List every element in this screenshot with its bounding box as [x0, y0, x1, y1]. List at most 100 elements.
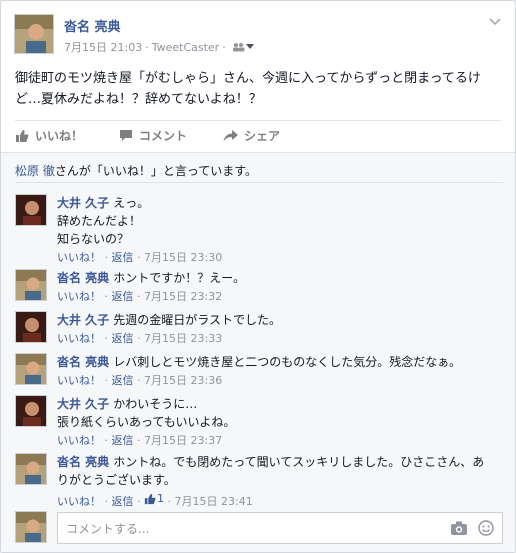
- comment-body: 大井 久子 かわいそうに… 張り紙くらいあってもいいよね。 いいね！ · 返信 ·…: [57, 395, 503, 449]
- comment-author[interactable]: 大井 久子: [57, 196, 109, 210]
- caret-down-icon: [245, 44, 254, 49]
- avatar-photo: [16, 512, 46, 542]
- post-meta: 7月15日 21:03 · TweetCaster ·: [64, 39, 254, 55]
- likes-suffix: さんが「いいね！」と言っています。: [54, 164, 258, 178]
- comment-reply-link[interactable]: 返信: [112, 290, 134, 303]
- chevron-down-icon[interactable]: [489, 18, 501, 26]
- comment-body: 沓名 亮典 レバ刺しとモツ焼き屋と二つのものなくした気分。残念だなぁ。 いいね！ …: [57, 353, 503, 389]
- comment-reply-link[interactable]: 返信: [112, 332, 134, 345]
- post-date[interactable]: 7月15日 21:03: [64, 39, 142, 55]
- comment-footer: いいね！ · 返信 · 7月15日 23:30: [57, 251, 223, 264]
- comment-composer: コメントする...: [15, 511, 503, 545]
- comment-item: 大井 久子 かわいそうに… 張り紙くらいあってもいいよね。 いいね！ · 返信 ·…: [15, 395, 503, 447]
- comment-author[interactable]: 沓名 亮典: [57, 355, 109, 369]
- thumbs-up-icon: [16, 129, 29, 142]
- comment-text: レバ刺しとモツ焼き屋と二つのものなくした気分。残念だなぁ。: [113, 355, 461, 369]
- like-count-value: 1: [157, 492, 164, 505]
- friends-icon: [232, 43, 245, 52]
- post-actions: いいね！ コメント シェア: [15, 120, 501, 150]
- smiley-icon[interactable]: [478, 520, 494, 536]
- comment-text: 先週の金曜日がラストでした。: [113, 313, 281, 327]
- comment-time[interactable]: 7月15日 23:41: [175, 495, 253, 508]
- comment-author[interactable]: 沓名 亮典: [57, 271, 109, 285]
- avatar[interactable]: [15, 353, 47, 385]
- comment-like-link[interactable]: いいね！: [57, 251, 101, 264]
- camera-icon[interactable]: [450, 520, 468, 536]
- comment-time[interactable]: 7月15日 23:32: [144, 290, 222, 303]
- avatar[interactable]: [15, 311, 47, 343]
- likes-summary: 松原 徹さんが「いいね！」と言っています。: [15, 162, 257, 179]
- comment-item: 大井 久子 先週の金曜日がラストでした。 いいね！ · 返信 · 7月15日 23…: [15, 311, 503, 345]
- comment-author[interactable]: 大井 久子: [57, 313, 109, 327]
- comment-input[interactable]: コメントする...: [57, 512, 503, 544]
- avatar-photo: [16, 354, 46, 384]
- comment-text: えっ。: [113, 196, 150, 210]
- comment-like-link[interactable]: いいね！: [57, 495, 101, 508]
- avatar-photo: [15, 15, 53, 53]
- liker-name[interactable]: 松原 徹: [15, 164, 55, 178]
- comment-footer: いいね！ · 返信 · 7月15日 23:32: [57, 290, 223, 303]
- comment-text: 辞めたんだよ！: [57, 214, 142, 228]
- share-label: シェア: [244, 129, 281, 143]
- share-button[interactable]: シェア: [223, 127, 280, 144]
- audience-selector[interactable]: [232, 42, 254, 52]
- speech-bubble-icon: [120, 130, 133, 141]
- comment-item: 大井 久子 えっ。 辞めたんだよ！ 知らないの？ いいね！ · 返信 · 7月15…: [15, 194, 503, 264]
- comment-text: かわいそうに…: [113, 397, 198, 411]
- comment-item: 沓名 亮典 ホントですか！？えー。 いいね！ · 返信 · 7月15日 23:32: [15, 269, 503, 303]
- comment-like-link[interactable]: いいね！: [57, 434, 101, 447]
- comment-body: 沓名 亮典 ホントね。でも閉めたって聞いてスッキリしました。ひさこさん、あ りがと…: [57, 453, 503, 510]
- comment-button[interactable]: コメント: [119, 127, 187, 144]
- comment-text: ホントですか！？えー。: [113, 271, 246, 285]
- comment-footer: いいね！ · 返信 · 7月15日 23:33: [57, 332, 223, 345]
- post-client[interactable]: TweetCaster: [152, 41, 220, 54]
- comment-body: 沓名 亮典 ホントですか！？えー。 いいね！ · 返信 · 7月15日 23:32: [57, 269, 503, 305]
- comment-text: りがとうございます。: [57, 473, 176, 487]
- comment-like-link[interactable]: いいね！: [57, 290, 101, 303]
- comment-like-link[interactable]: いいね！: [57, 332, 101, 345]
- avatar[interactable]: [15, 194, 47, 226]
- post-author[interactable]: 沓名 亮典: [64, 16, 121, 35]
- comment-time[interactable]: 7月15日 23:33: [144, 332, 222, 345]
- avatar[interactable]: [15, 453, 47, 485]
- divider: [15, 182, 503, 183]
- avatar[interactable]: [15, 269, 47, 301]
- like-label: いいね！: [35, 129, 84, 143]
- comments-section: 松原 徹さんが「いいね！」と言っています。 大井 久子 えっ。 辞めたんだよ！ 知…: [1, 152, 515, 552]
- comment-footer: いいね！ · 返信 · 1 · 7月15日 23:41: [57, 491, 253, 508]
- meta-separator: ·: [145, 40, 149, 54]
- comment-item: 沓名 亮典 レバ刺しとモツ焼き屋と二つのものなくした気分。残念だなぁ。 いいね！ …: [15, 353, 503, 387]
- comment-time[interactable]: 7月15日 23:36: [144, 374, 222, 387]
- comment-text: ホントね。でも閉めたって聞いてスッキリしました。ひさこさん、あ: [113, 455, 485, 469]
- post-text: 御徒町のモツ焼き屋「がむしゃら」さん、今週に入ってからずっと閉まってるけど…夏休…: [15, 71, 481, 107]
- avatar[interactable]: [15, 395, 47, 427]
- comment-text: 知らないの？: [57, 232, 130, 246]
- post-header: 沓名 亮典 7月15日 21:03 · TweetCaster ·: [14, 14, 505, 58]
- comment-reply-link[interactable]: 返信: [112, 495, 134, 508]
- comment-placeholder: コメントする...: [66, 521, 150, 536]
- comment-body: 大井 久子 先週の金曜日がラストでした。 いいね！ · 返信 · 7月15日 23…: [57, 311, 503, 347]
- comment-label: コメント: [139, 129, 188, 143]
- comment-like-link[interactable]: いいね！: [57, 374, 101, 387]
- like-button[interactable]: いいね！: [15, 127, 83, 144]
- comment-footer: いいね！ · 返信 · 7月15日 23:37: [57, 434, 223, 447]
- avatar-photo: [16, 396, 46, 426]
- comment-author[interactable]: 沓名 亮典: [57, 455, 109, 469]
- comment-body: 大井 久子 えっ。 辞めたんだよ！ 知らないの？ いいね！ · 返信 · 7月15…: [57, 194, 503, 266]
- comment-author[interactable]: 大井 久子: [57, 397, 109, 411]
- comment-reply-link[interactable]: 返信: [112, 434, 134, 447]
- comment-item: 沓名 亮典 ホントね。でも閉めたって聞いてスッキリしました。ひさこさん、あ りがと…: [15, 453, 503, 508]
- avatar-photo: [16, 270, 46, 300]
- post-card: 沓名 亮典 7月15日 21:03 · TweetCaster · 御徒町のモツ…: [0, 0, 516, 553]
- comment-time[interactable]: 7月15日 23:30: [144, 251, 222, 264]
- thumbs-up-icon: [144, 493, 156, 505]
- avatar[interactable]: [14, 14, 54, 54]
- comment-time[interactable]: 7月15日 23:37: [144, 434, 222, 447]
- avatar-photo: [16, 312, 46, 342]
- comment-like-count[interactable]: 1: [144, 491, 164, 507]
- comment-text: 張り紙くらいあってもいいよね。: [57, 415, 236, 429]
- share-arrow-icon: [223, 129, 239, 141]
- comment-reply-link[interactable]: 返信: [112, 251, 134, 264]
- comment-reply-link[interactable]: 返信: [112, 374, 134, 387]
- avatar-photo: [16, 454, 46, 484]
